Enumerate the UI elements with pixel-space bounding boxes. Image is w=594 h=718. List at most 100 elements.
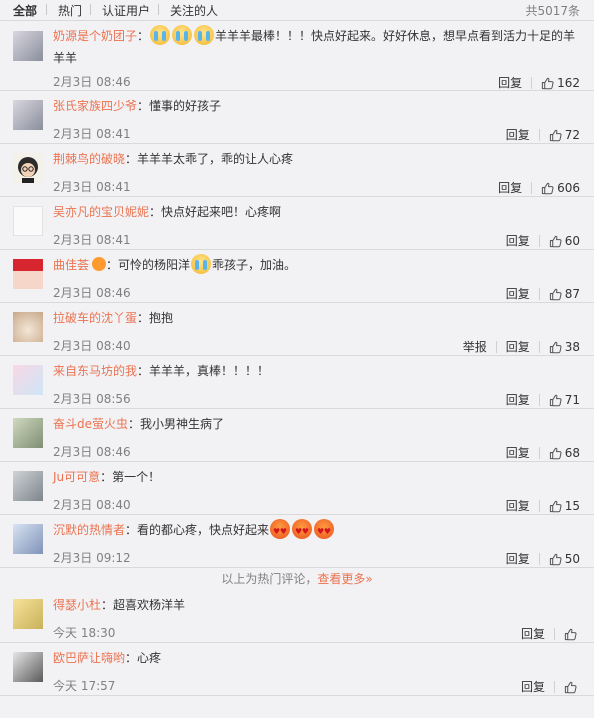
user-avatar[interactable] [13,206,43,236]
comment-time: 2月3日 08:41 [53,233,131,247]
comment-actions: 回复 72 [506,127,580,142]
reply-button[interactable]: 回复 [506,499,530,513]
reply-button[interactable]: 回复 [506,552,530,566]
comment-text: 曲佳荟 ：可怜的杨阳洋 乖孩子，加油。 [53,254,583,276]
like-count: 87 [564,286,580,301]
comment-colon: ：可怜的杨阳洋 [106,258,191,272]
heart-eyes-emoji-icon [314,519,335,543]
user-avatar[interactable] [13,259,43,289]
reply-button[interactable]: 回复 [506,340,530,354]
comment-item: 奋斗de萤火虫：我小男神生病了 2月3日 08:46 回复 68 [0,409,594,462]
comment-body: 快点好起来吧！心疼啊 [161,205,282,219]
comment-item: 吴亦凡的宝贝妮妮：快点好起来吧！心疼啊 2月3日 08:41 回复 60 [0,197,594,250]
action-divider [554,627,555,640]
user-avatar[interactable] [13,418,43,448]
comment-time: 2月3日 08:40 [53,498,131,512]
heart-eyes-emoji-icon [270,519,291,543]
reply-button[interactable]: 回复 [498,76,522,90]
comment-text: 来自东马坊的我：羊羊羊，真棒！！！！ [53,360,583,382]
like-button[interactable]: 15 [549,499,580,513]
comment-username[interactable]: 沉默的热情者 [53,523,125,537]
action-divider [495,340,497,353]
comment-username[interactable]: 吴亦凡的宝贝妮妮 [53,205,149,219]
like-count: 60 [564,233,580,248]
comment-username[interactable]: 荆棘鸟的破晓 [53,152,125,166]
comment-body: 心疼 [137,651,162,665]
thumbs-up-icon [549,447,562,459]
comment-time: 2月3日 08:41 [53,127,131,141]
thumbs-up-icon [549,500,562,512]
like-count: 72 [564,127,580,142]
user-avatar[interactable] [13,524,43,554]
user-avatar[interactable] [13,471,43,501]
action-divider [538,340,540,353]
comment-item: 荆棘鸟的破晓：羊羊羊太乖了，乖的让人心疼 2月3日 08:41 回复 606 [0,144,594,197]
thumbs-up-icon [549,394,562,406]
action-divider [538,287,540,300]
reply-button[interactable]: 回复 [506,128,530,142]
comment-username[interactable]: 得瑟小杜 [53,598,101,612]
reply-button[interactable]: 回复 [506,234,530,248]
comment-username[interactable]: 来自东马坊的我 [53,364,137,378]
report-button[interactable]: 举报 [463,340,487,354]
comment-time: 2月3日 08:46 [53,286,131,300]
like-button[interactable]: 606 [541,181,580,195]
view-more-link[interactable]: 查看更多» [317,572,372,586]
user-avatar[interactable] [13,100,43,130]
comment-time: 2月3日 08:46 [53,75,131,89]
comment-body: 羊羊羊，真棒！！！！ [149,364,270,378]
thumbs-up-icon [549,341,562,353]
comment-actions: 回复 162 [498,75,580,90]
tab-hot[interactable]: 热门 [58,2,82,19]
like-button[interactable]: 72 [549,128,580,142]
reply-button[interactable]: 回复 [506,287,530,301]
reply-button[interactable]: 回复 [506,446,530,460]
comment-body: 第一个！ [112,470,161,484]
user-avatar[interactable] [13,365,43,395]
comment-username[interactable]: 张氏家族四少爷 [53,99,137,113]
tab-all[interactable]: 全部 [13,2,37,19]
like-button[interactable]: 68 [549,446,580,460]
comment-text: 欧巴萨让嗨哟：心疼 [53,647,583,669]
like-count: 15 [564,498,580,513]
comment-colon: ： [137,311,150,325]
comment-actions: 回复 71 [506,392,580,407]
like-button[interactable]: 71 [549,393,580,407]
comment-total-count: 共5017条 [525,4,580,18]
like-button[interactable]: 38 [549,340,580,354]
like-button[interactable] [564,680,580,694]
reply-button[interactable]: 回复 [506,393,530,407]
reply-button[interactable]: 回复 [521,627,545,641]
comment-item: Ju可可意：第一个！ 2月3日 08:40 回复 15 [0,462,594,515]
user-avatar[interactable] [13,31,43,61]
action-divider [531,76,533,89]
reply-button[interactable]: 回复 [498,181,522,195]
user-avatar[interactable] [13,153,43,183]
comment-actions: 回复 87 [506,286,580,301]
user-avatar[interactable] [13,312,43,342]
like-button[interactable]: 162 [541,76,580,90]
like-button[interactable]: 87 [549,287,580,301]
comment-username[interactable]: 拉破车的沈丫蛋 [53,311,137,325]
comment-username[interactable]: 欧巴萨让嗨哟 [53,651,125,665]
comment-username[interactable]: 曲佳荟 [53,258,89,272]
user-avatar[interactable] [13,652,43,682]
like-button[interactable] [564,627,580,641]
like-button[interactable]: 50 [549,552,580,566]
reply-button[interactable]: 回复 [521,680,545,694]
comment-username[interactable]: 奋斗de萤火虫 [53,417,128,431]
comment-colon: ： [149,205,162,219]
comment-actions: 回复 50 [506,551,580,566]
comment-username[interactable]: Ju可可意 [53,470,100,484]
comment-colon: ： [137,29,150,43]
comment-time: 2月3日 08:46 [53,445,131,459]
comment-body: 乖孩子，加油。 [212,258,297,272]
tab-verified[interactable]: 认证用户 [102,2,150,19]
comment-username[interactable]: 奶源是个奶团子 [53,29,137,43]
comment-colon: ： [100,470,113,484]
tab-following[interactable]: 关注的人 [170,2,218,19]
comment-colon: ： [101,598,114,612]
like-button[interactable]: 60 [549,234,580,248]
user-avatar[interactable] [13,599,43,629]
comment-time: 2月3日 08:40 [53,339,131,353]
